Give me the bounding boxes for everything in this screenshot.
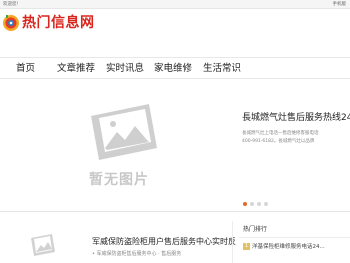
banner-desc-line-2: 400-991-6182。長城燃气灶以品牌 <box>242 139 315 144</box>
article-excerpt: • 军威保防盗柜售后服务中心 · 售后服务 <box>92 251 182 257</box>
nav-item-recommended[interactable]: 文章推荐 <box>57 58 95 80</box>
article-title[interactable]: 军威保防盗险柜用户售后服务中心实时反 <box>92 236 236 247</box>
image-placeholder-icon <box>91 104 157 160</box>
banner-desc-line-1: 長城燃气灶上电话一售后维修客服电话 <box>242 131 319 136</box>
article-thumbnail-icon <box>31 234 55 256</box>
slider-dot-1[interactable] <box>243 202 247 206</box>
main-nav: 首页 文章推荐 实时讯息 家电维修 生活常识 <box>0 57 350 79</box>
top-bar: 欢迎您! 手机版 <box>0 0 350 9</box>
hot-item-title[interactable]: 洋基保险柜维修服务电话24... <box>252 244 325 250</box>
slider-dot-3[interactable] <box>257 202 261 206</box>
rank-badge: 1 <box>243 243 250 250</box>
hot-ranking-heading: 热门排行 <box>243 226 268 233</box>
nav-item-home[interactable]: 首页 <box>16 58 35 80</box>
logo-icon <box>3 15 19 31</box>
site-name: 热门信息网 <box>22 15 95 31</box>
placeholder-caption: 暂无图片 <box>89 172 149 188</box>
nav-item-tips[interactable]: 生活常识 <box>203 58 241 80</box>
nav-item-repair[interactable]: 家电维修 <box>154 58 192 80</box>
slider-dot-4[interactable] <box>264 202 268 206</box>
nav-item-news[interactable]: 实时讯息 <box>106 58 144 80</box>
no-image-placeholder: 暂无图片 <box>85 100 180 205</box>
banner-headline[interactable]: 長城燃气灶售后服务热线24小 <box>242 110 350 123</box>
welcome-text: 欢迎您! <box>3 2 19 7</box>
hot-ranking-item[interactable]: 1 洋基保险柜维修服务电话24... <box>243 242 325 250</box>
article-item[interactable]: 军威保防盗险柜用户售后服务中心实时反 • 军威保防盗柜售后服务中心 · 售后服务 <box>0 216 236 263</box>
site-logo[interactable]: 热门信息网 <box>2 12 102 36</box>
banner-description: 長城燃气灶上电话一售后维修客服电话 400-991-6182。長城燃气灶以品牌 <box>242 130 350 146</box>
hot-ranking: 热门排行 1 洋基保险柜维修服务电话24... <box>232 221 350 263</box>
hot-ranking-divider <box>239 237 350 238</box>
banner-slider[interactable]: 暂无图片 長城燃气灶售后服务热线24小 長城燃气灶上电话一售后维修客服电话 40… <box>0 80 350 212</box>
mobile-version-link[interactable]: 手机版 <box>333 0 347 9</box>
slider-dot-2[interactable] <box>250 202 254 206</box>
